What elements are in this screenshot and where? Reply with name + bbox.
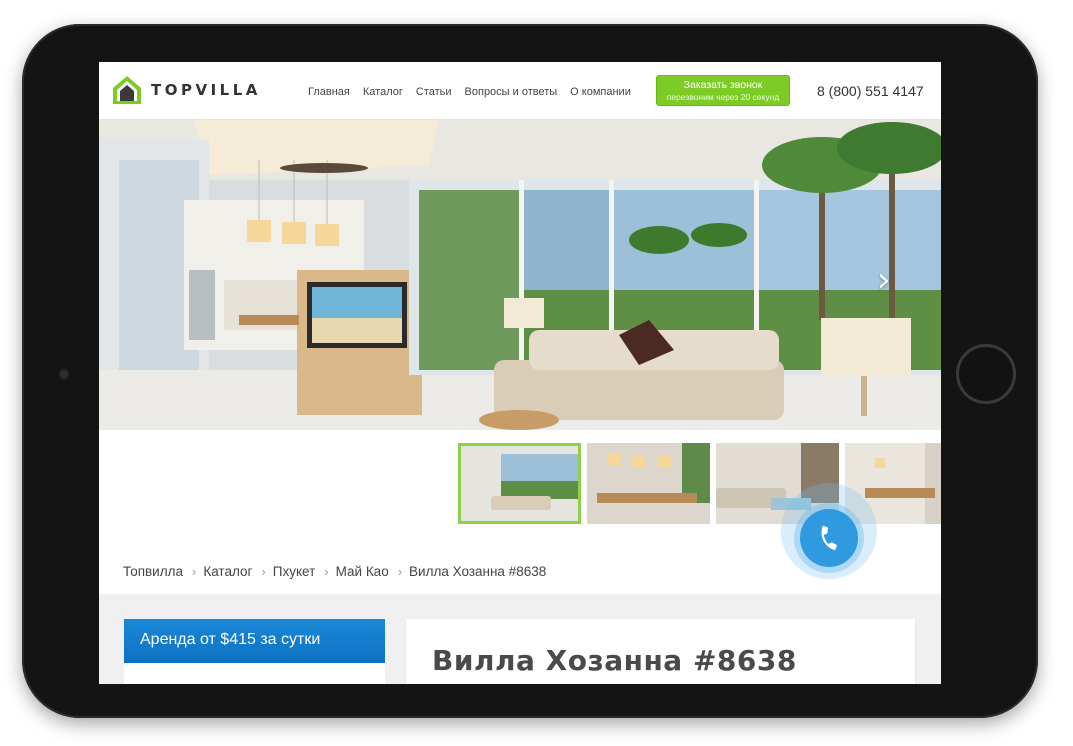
breadcrumb-phuket[interactable]: Пхукет (273, 564, 316, 579)
camera-icon (60, 370, 68, 378)
breadcrumb-catalog[interactable]: Каталог (203, 564, 252, 579)
price-card: Аренда от $415 за сутки (124, 619, 385, 684)
house-logo-icon (113, 76, 141, 104)
nav-item-articles[interactable]: Статьи (416, 86, 452, 98)
chevron-right-icon: › (324, 564, 329, 579)
nav-item-faq[interactable]: Вопросы и ответы (465, 86, 558, 98)
call-widget-button[interactable] (800, 509, 858, 567)
chevron-right-icon: › (192, 564, 197, 579)
thumbnail-1[interactable] (458, 443, 581, 524)
price-label: Аренда от $415 за сутки (124, 619, 385, 663)
site-header: TOPVILLA Главная Каталог Статьи Вопросы … (99, 62, 941, 120)
phone-icon (821, 525, 837, 551)
title-card: Вилла Хозанна #8638 (406, 619, 915, 684)
villa-details-section: Аренда от $415 за сутки Вилла Хозанна #8… (99, 594, 941, 684)
request-call-button[interactable]: Заказать звонок перезвоним через 20 секу… (656, 75, 790, 106)
breadcrumb-current: Вилла Хозанна #8638 (409, 564, 547, 579)
nav-item-home[interactable]: Главная (308, 86, 350, 98)
villa-title: Вилла Хозанна #8638 (432, 644, 797, 677)
breadcrumb-mai-khao[interactable]: Май Као (336, 564, 389, 579)
chevron-right-icon: › (261, 564, 266, 579)
request-call-sublabel: перезвоним через 20 секунд (666, 92, 780, 102)
phone-number[interactable]: 8 (800) 551 4147 (817, 83, 924, 99)
chevron-right-icon: › (397, 564, 403, 579)
hero-gallery: › (99, 120, 941, 430)
home-button[interactable] (956, 344, 1016, 404)
thumbnail-2[interactable] (587, 443, 710, 524)
logo-text: TOPVILLA (151, 81, 261, 99)
chevron-right-icon[interactable]: › (877, 263, 901, 301)
main-nav: Главная Каталог Статьи Вопросы и ответы … (308, 86, 644, 98)
request-call-label: Заказать звонок (683, 79, 763, 91)
villa-interior-photo (99, 120, 941, 430)
screen: TOPVILLA Главная Каталог Статьи Вопросы … (99, 62, 941, 684)
nav-item-catalog[interactable]: Каталог (363, 86, 403, 98)
nav-item-about[interactable]: О компании (570, 86, 631, 98)
breadcrumb-home[interactable]: Топвилла (123, 564, 183, 579)
breadcrumb: Топвилла › Каталог › Пхукет › Май Као › … (123, 564, 546, 579)
logo[interactable]: TOPVILLA (111, 74, 261, 106)
